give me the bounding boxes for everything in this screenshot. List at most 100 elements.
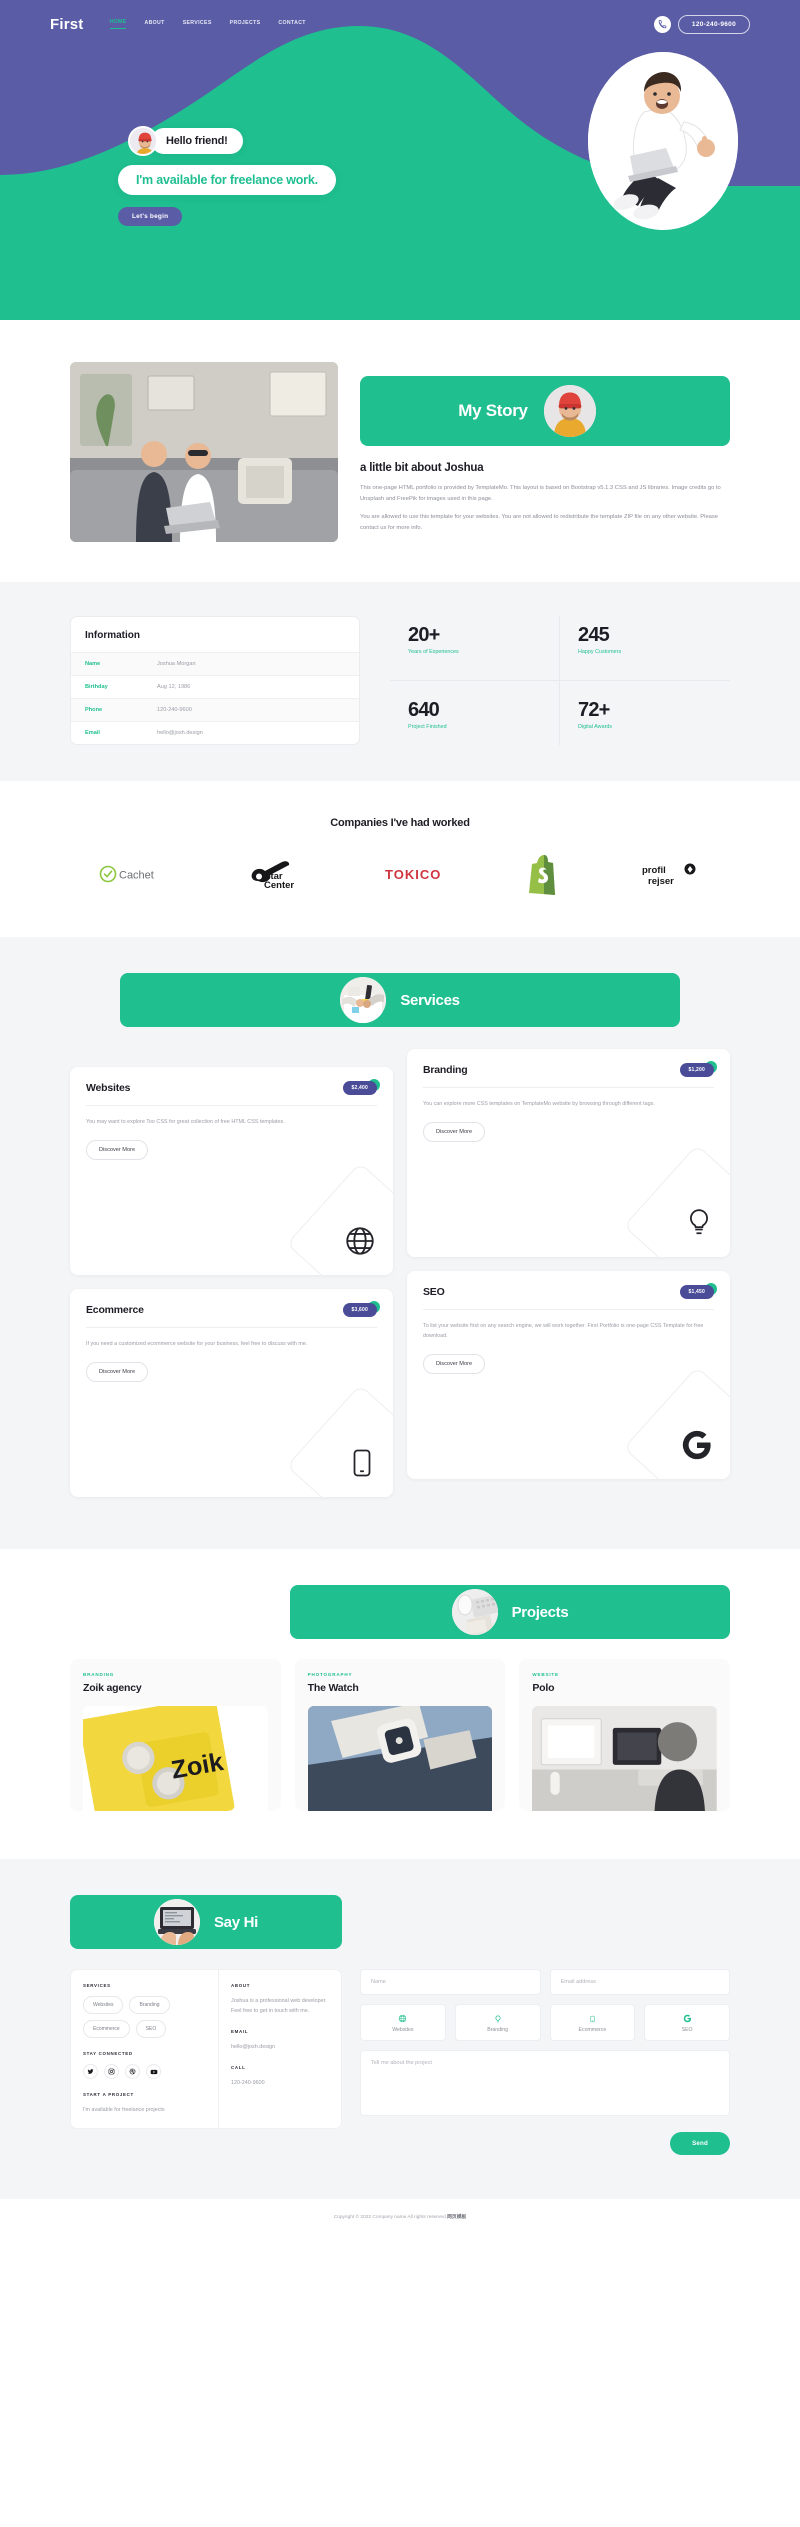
brand-logo[interactable]: First <box>50 16 84 33</box>
social-link-youtube[interactable] <box>146 2064 161 2079</box>
hero-bubble-availability: I'm available for freelance work. <box>118 165 336 195</box>
phone-icon-button[interactable] <box>653 15 671 33</box>
service-option-seo[interactable]: SEO <box>644 2004 730 2041</box>
story-title: a little bit about Joshua <box>360 462 484 474</box>
projects-section: Projects BRANDING Zoik agency Zoik PHOTO… <box>0 1549 800 1859</box>
service-chip-branding[interactable]: Branding <box>129 1996 170 2014</box>
stat-project-finished: 640 Project Finished <box>390 681 560 745</box>
services-banner: Services <box>120 973 680 1027</box>
copyright-suffix[interactable]: 网页模板 <box>447 2215 466 2220</box>
stay-connected-label: STAY CONNECTED <box>83 2051 133 2056</box>
email-label: EMAIL <box>231 2029 249 2034</box>
copyright-text: Copyright © 2022 Company name All rights… <box>0 2213 800 2220</box>
social-link-instagram[interactable] <box>104 2064 119 2079</box>
service-title: Websites <box>86 1082 131 1094</box>
nav-item-home[interactable]: HOME <box>109 19 127 29</box>
project-title: Zoik agency <box>83 1682 142 1694</box>
table-row: Name Joshua Morgan <box>71 652 359 675</box>
nav-item-contact[interactable]: CONTACT <box>278 20 305 29</box>
send-button[interactable]: Send <box>670 2132 730 2155</box>
stat-number: 640 <box>408 699 440 721</box>
contact-banner-title: Say Hi <box>213 1913 259 1931</box>
discover-more-button[interactable]: Discover More <box>86 1362 149 1382</box>
service-chip-websites[interactable]: Websites <box>83 1996 124 2014</box>
service-description: To list your website first on any search… <box>423 1323 704 1339</box>
avatar-man-red-beanie-icon <box>130 128 156 154</box>
social-link-dribbble[interactable] <box>125 2064 140 2079</box>
service-card-seo[interactable]: SEO $1,450 To list your website first on… <box>407 1271 730 1479</box>
projects-banner-image <box>451 1589 498 1635</box>
service-chip-seo[interactable]: SEO <box>135 2020 167 2038</box>
stat-number: 245 <box>578 624 610 646</box>
discover-more-button[interactable]: Discover More <box>423 1354 486 1374</box>
story-photo <box>70 362 338 542</box>
stat-label: Project Finished <box>408 724 447 730</box>
nav-right-group: 120-240-9600 <box>653 14 750 34</box>
companies-section: Companies I've had worked Cachet uitar C… <box>0 781 800 937</box>
about-label: ABOUT <box>231 1983 251 1988</box>
logo-guitar-center: uitar Center <box>248 851 306 897</box>
profil-rejser-logo-icon: profil rejser <box>642 863 696 887</box>
desk-workspace-photo-icon <box>532 1706 718 1811</box>
couple-on-couch-photo-icon <box>70 362 338 542</box>
svg-text:Cachet: Cachet <box>119 870 154 882</box>
project-image: Zoik <box>83 1706 268 1811</box>
contact-info-card: SERVICES Websites Branding Ecommerce SEO… <box>70 1969 342 2129</box>
call-value[interactable]: 120-240-9600 <box>231 2078 329 2088</box>
email-value[interactable]: hello@josh.design <box>231 2042 329 2052</box>
instagram-icon <box>108 2068 115 2075</box>
project-image <box>532 1706 718 1811</box>
service-title: Branding <box>423 1064 468 1076</box>
nav-item-about[interactable]: ABOUT <box>144 20 164 29</box>
google-g-icon <box>680 1428 714 1467</box>
option-label: Websites <box>392 2027 414 2033</box>
lets-begin-button[interactable]: Let's begin <box>118 207 183 226</box>
project-card-zoik-agency[interactable]: BRANDING Zoik agency Zoik <box>70 1659 281 1811</box>
service-option-ecommerce[interactable]: Ecommerce <box>549 2004 636 2041</box>
story-right-column: My Story a little bit about Joshua This … <box>360 362 730 542</box>
logo-profil-rejser: profil rejser <box>642 851 702 897</box>
lightbulb-icon <box>460 2013 536 2024</box>
service-card-websites[interactable]: Websites $2,400 You may want to explore … <box>70 1067 393 1275</box>
hero-bubble-row: Hello friend! <box>0 126 800 156</box>
zoik-cans-photo-icon: Zoik <box>83 1706 268 1811</box>
service-option-row: Websites Branding Ecommerce SEO <box>360 2004 730 2041</box>
discover-more-button[interactable]: Discover More <box>86 1140 149 1160</box>
email-input[interactable] <box>549 1969 730 1995</box>
project-card-polo[interactable]: WEBSITE Polo <box>519 1659 731 1811</box>
logo-shopify <box>527 851 563 897</box>
service-card-branding[interactable]: Branding $1,200 You can explore more CSS… <box>407 1049 730 1257</box>
nav-item-projects[interactable]: PROJECTS <box>230 20 261 29</box>
project-title: The Watch <box>307 1682 359 1694</box>
message-textarea[interactable] <box>360 2050 730 2116</box>
social-link-twitter[interactable] <box>83 2064 98 2079</box>
stat-number: 72+ <box>578 699 610 721</box>
nav-item-services[interactable]: SERVICES <box>183 20 212 29</box>
story-paragraph-2: You are allowed to use this template for… <box>360 514 719 532</box>
phone-number-pill[interactable]: 120-240-9600 <box>677 14 750 34</box>
discover-more-button[interactable]: Discover More <box>423 1122 486 1142</box>
call-label: CALL <box>231 2065 246 2070</box>
project-title: Polo <box>532 1682 555 1694</box>
stat-happy-customers: 245 Happy Customers <box>560 616 730 681</box>
service-option-branding[interactable]: Branding <box>454 2004 541 2041</box>
project-image <box>307 1706 493 1811</box>
svg-text:Center: Center <box>264 880 294 891</box>
services-label: SERVICES <box>83 1983 111 1988</box>
service-chip-ecommerce[interactable]: Ecommerce <box>83 2020 130 2038</box>
hero-content: Hello friend! I'm available for freelanc… <box>0 126 800 226</box>
services-section: Services Websites $2,400 You may want to… <box>0 937 800 1549</box>
project-category: WEBSITE <box>532 1672 559 1677</box>
contact-info-right-column: ABOUT Joshua is a professional web devel… <box>219 1970 341 2128</box>
globe-icon <box>365 2013 441 2024</box>
project-category: PHOTOGRAPHY <box>307 1672 353 1677</box>
project-card-the-watch[interactable]: PHOTOGRAPHY The Watch <box>294 1659 506 1811</box>
information-heading: Information <box>85 630 140 641</box>
stats-grid: 20+ Years of Experiences 245 Happy Custo… <box>360 616 730 745</box>
service-option-websites[interactable]: Websites <box>360 2004 446 2041</box>
youtube-icon <box>150 2069 157 2074</box>
name-input[interactable] <box>360 1969 541 1995</box>
option-label: SEO <box>681 2027 693 2033</box>
companies-title: Companies I've had worked <box>330 817 470 829</box>
service-card-ecommerce[interactable]: Ecommerce $3,600 If you need a customize… <box>70 1289 393 1497</box>
